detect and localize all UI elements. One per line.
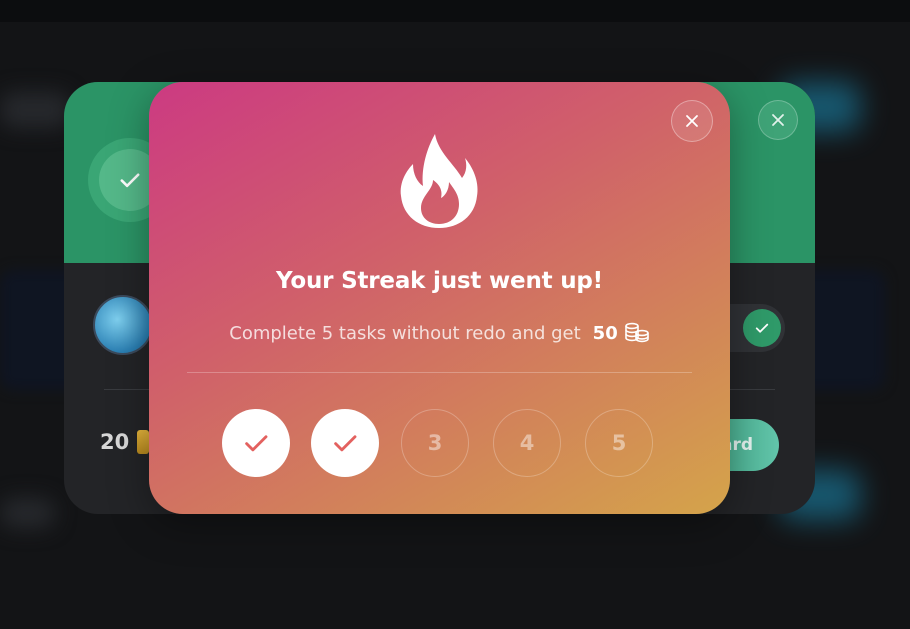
task-reward: 20 bbox=[100, 430, 150, 454]
background-blur-item bbox=[0, 92, 70, 128]
streak-modal: Your Streak just went up! Complete 5 tas… bbox=[149, 82, 730, 514]
modal-title: Your Streak just went up! bbox=[276, 268, 603, 294]
streak-step-5: 5 bbox=[585, 409, 653, 477]
streak-step-2 bbox=[311, 409, 379, 477]
streak-progress: 3 4 5 bbox=[222, 409, 658, 477]
check-icon bbox=[755, 323, 769, 333]
check-icon bbox=[334, 435, 357, 452]
streak-step-1 bbox=[222, 409, 290, 477]
modal-subtitle: Complete 5 tasks without redo and get 50 bbox=[149, 322, 730, 344]
modal-divider bbox=[187, 372, 692, 373]
background-top-bar bbox=[0, 0, 910, 22]
close-icon bbox=[772, 114, 784, 126]
streak-step-3: 3 bbox=[401, 409, 469, 477]
coin-icon bbox=[137, 430, 150, 454]
close-icon bbox=[686, 115, 698, 127]
coins-icon bbox=[624, 322, 649, 343]
check-icon bbox=[245, 435, 268, 452]
background-blur-item bbox=[0, 498, 55, 528]
task-avatar bbox=[93, 295, 153, 355]
modal-subtitle-text: Complete 5 tasks without redo and get bbox=[229, 322, 581, 344]
streak-step-4: 4 bbox=[493, 409, 561, 477]
modal-close-button[interactable] bbox=[671, 100, 713, 142]
check-icon bbox=[120, 173, 140, 188]
flame-icon bbox=[400, 134, 478, 228]
task-card-close-button[interactable] bbox=[758, 100, 798, 140]
task-reward-amount: 20 bbox=[100, 430, 130, 454]
reward-amount: 50 bbox=[592, 322, 618, 344]
